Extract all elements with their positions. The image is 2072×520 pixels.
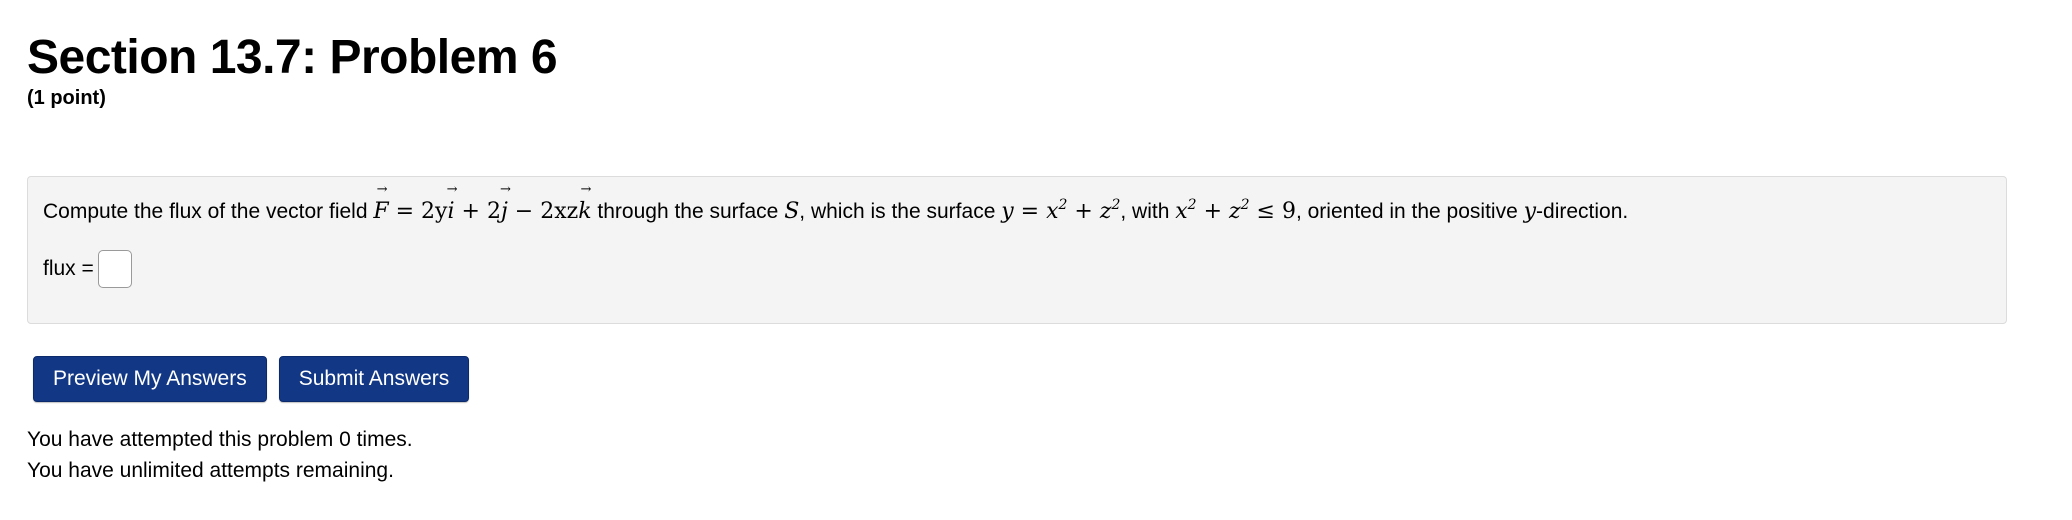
vector-F: F <box>373 197 388 227</box>
problem-page: Section 13.7: Problem 6 (1 point) Comput… <box>27 28 2047 482</box>
region-inequality: x2 + z2 ≤ 9 <box>1175 197 1296 224</box>
flux-answer-input[interactable] <box>97 250 132 288</box>
exponent: 2 <box>1240 197 1250 213</box>
problem-panel: Compute the flux of the vector field F =… <box>27 176 2007 324</box>
exponent: 2 <box>1058 197 1068 213</box>
answer-row: flux = <box>43 249 132 289</box>
surface-plus: + z <box>1074 199 1112 224</box>
surface-lhs: y = x <box>1001 199 1059 224</box>
field-term-3: − 2xz <box>514 199 579 224</box>
attempts-remaining: You have unlimited attempts remaining. <box>27 459 394 482</box>
field-term-2: + 2 <box>461 199 501 224</box>
problem-statement: Compute the flux of the vector field F =… <box>43 197 1628 227</box>
statement-through: through the surface <box>597 200 779 223</box>
direction-variable: y <box>1523 199 1537 224</box>
attempts-info: You have attempted this problem 0 times.… <box>27 424 413 486</box>
page-title: Section 13.7: Problem 6 <box>27 31 558 84</box>
attempts-count: You have attempted this problem 0 times. <box>27 428 413 451</box>
action-buttons: Preview My Answers Submit Answers <box>33 356 470 402</box>
statement-oriented: , oriented in the positive <box>1295 200 1518 223</box>
region-bound: ≤ 9 <box>1256 199 1296 224</box>
statement-with: , with <box>1120 200 1170 223</box>
region-plus: + z <box>1203 199 1241 224</box>
exponent: 2 <box>1187 197 1197 213</box>
surface-equation: y = x2 + z2 <box>1001 197 1120 224</box>
unit-vector-k: k <box>578 197 591 227</box>
unit-vector-i: i <box>447 197 454 227</box>
field-term-1: = 2y <box>395 199 448 224</box>
unit-vector-j: j <box>501 197 508 227</box>
statement-direction: -direction. <box>1536 200 1629 223</box>
preview-answers-button[interactable]: Preview My Answers <box>33 356 267 402</box>
submit-answers-button[interactable]: Submit Answers <box>278 356 470 402</box>
statement-which: , which is the surface <box>799 200 996 223</box>
region-x: x <box>1175 199 1188 224</box>
flux-label: flux = <box>43 257 94 280</box>
surface-symbol: S <box>784 199 800 224</box>
point-value: (1 point) <box>27 87 106 109</box>
vector-field-expression: F = 2yi + 2j − 2xzk <box>373 199 591 224</box>
statement-intro: Compute the flux of the vector field <box>43 200 368 223</box>
